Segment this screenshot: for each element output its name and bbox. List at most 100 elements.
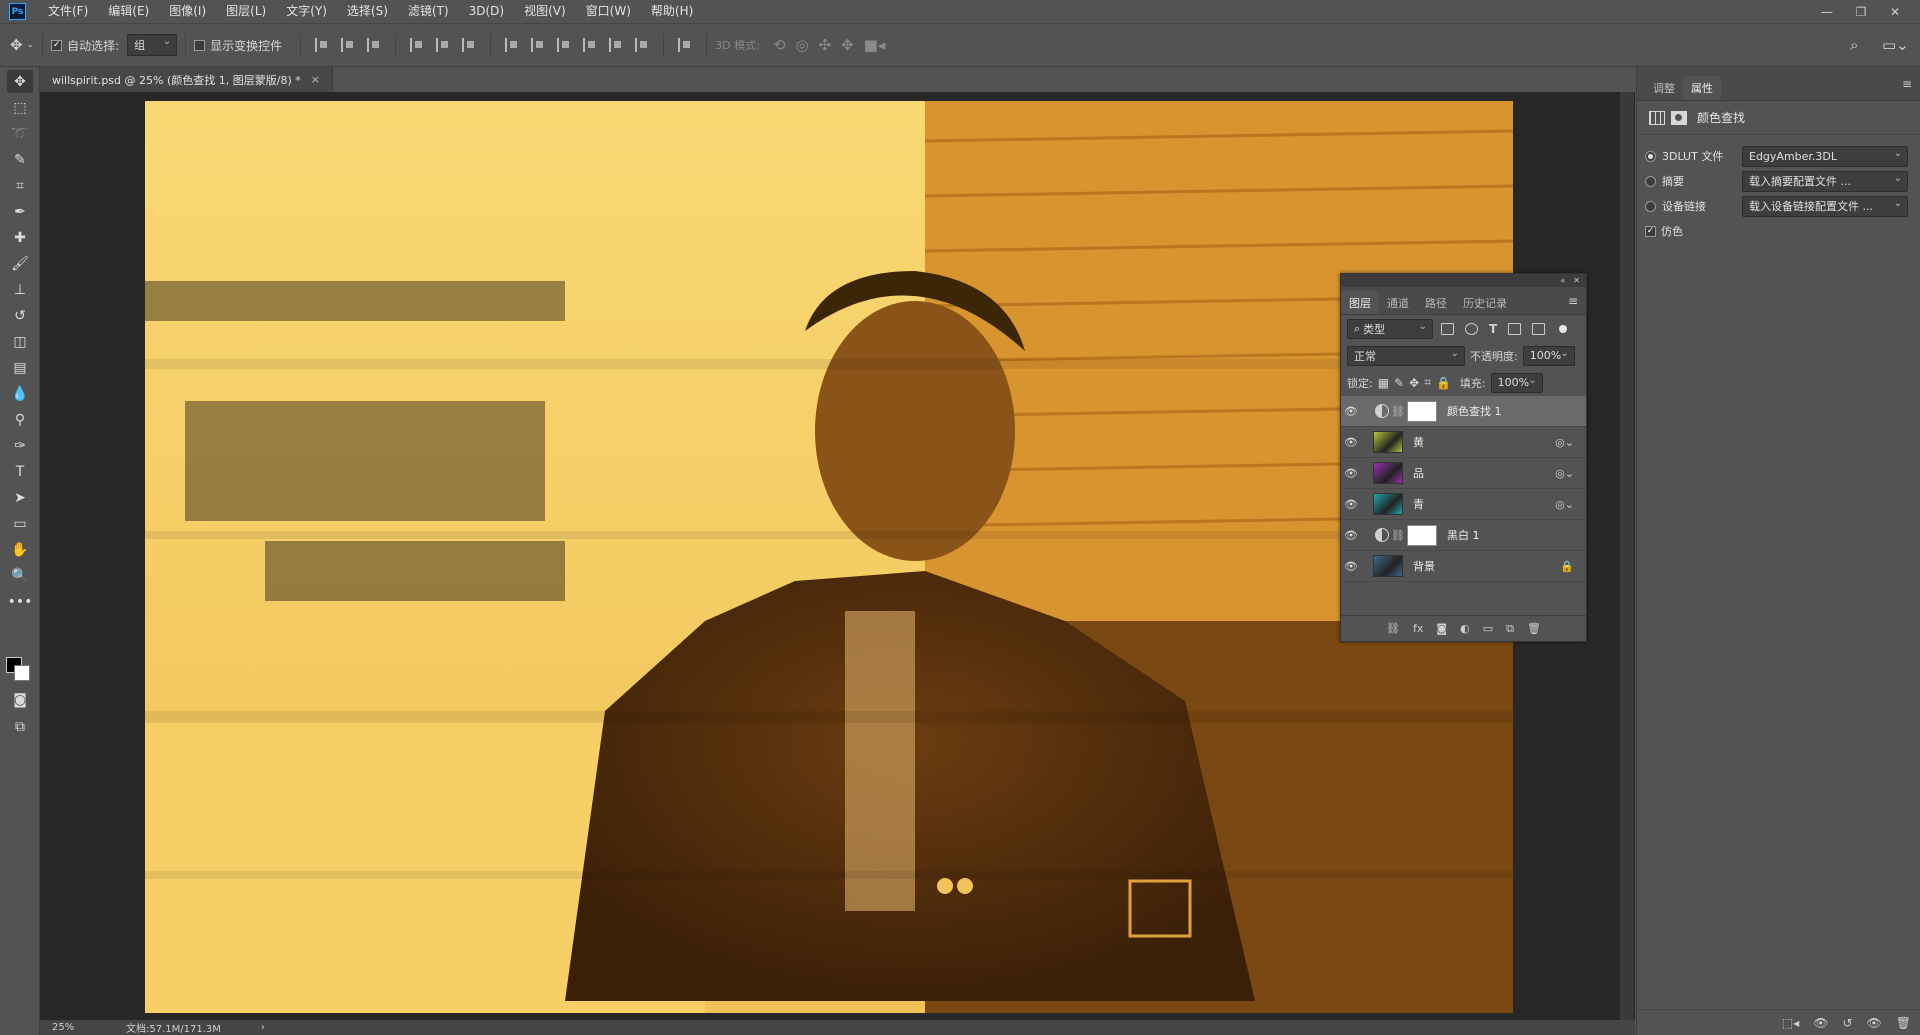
delete-layer-icon[interactable]: 🗑 xyxy=(1527,622,1541,635)
layer-name[interactable]: 品 xyxy=(1413,465,1424,481)
filter-toggle-icon[interactable] xyxy=(1559,324,1568,333)
menu-type[interactable]: 文字(Y) xyxy=(276,0,337,23)
rotate-3d-icon[interactable]: ⟲ xyxy=(773,36,786,54)
filter-shape-icon[interactable] xyxy=(1508,322,1522,335)
search-icon[interactable]: ⌕ xyxy=(1850,36,1858,54)
more-tools-icon[interactable]: ••• xyxy=(7,590,33,613)
visibility-icon[interactable]: 👁 xyxy=(1867,1016,1882,1030)
visibility-eye-icon[interactable]: 👁 xyxy=(1341,467,1361,480)
layer-name[interactable]: 黄 xyxy=(1413,434,1424,450)
filter-pixel-icon[interactable] xyxy=(1441,322,1454,335)
menu-3d[interactable]: 3D(D) xyxy=(459,0,514,23)
close-panel-icon[interactable]: ✕ xyxy=(1573,276,1580,285)
menu-layer[interactable]: 图层(L) xyxy=(216,0,276,23)
layers-panel-titlebar[interactable]: « ✕ xyxy=(1341,274,1586,287)
auto-select-dropdown[interactable]: 组 xyxy=(127,34,178,56)
marquee-tool-icon[interactable]: ⬚ xyxy=(7,96,33,119)
menu-select[interactable]: 选择(S) xyxy=(337,0,398,23)
lock-icon[interactable]: 🔒 xyxy=(1560,560,1574,573)
healing-brush-icon[interactable]: ✚ xyxy=(7,226,33,249)
filter-adjustment-icon[interactable] xyxy=(1465,322,1478,335)
layer-thumbnail[interactable] xyxy=(1373,431,1403,453)
align-left-icon[interactable] xyxy=(410,38,424,52)
layer-name[interactable]: 青 xyxy=(1413,496,1424,512)
brush-tool-icon[interactable]: 🖌 xyxy=(7,252,33,275)
gradient-tool-icon[interactable]: ▤ xyxy=(7,356,33,379)
delete-icon[interactable]: 🗑 xyxy=(1896,1016,1911,1030)
tab-channels[interactable]: 通道 xyxy=(1379,291,1417,314)
layer-background[interactable]: 👁 背景 🔒 xyxy=(1341,551,1586,582)
tab-history[interactable]: 历史记录 xyxy=(1455,291,1515,314)
lock-all-icon[interactable]: 🔒 xyxy=(1436,376,1451,390)
layer-color-lookup[interactable]: 👁 ⛓ 颜色查找 1 xyxy=(1341,396,1586,427)
menu-view[interactable]: 视图(V) xyxy=(514,0,576,23)
lock-transparent-icon[interactable]: ▦ xyxy=(1378,376,1389,390)
blur-tool-icon[interactable]: 💧 xyxy=(7,382,33,405)
show-transform-checkbox[interactable] xyxy=(194,39,206,51)
quick-select-tool-icon[interactable]: ✎ xyxy=(7,148,33,171)
auto-select-checkbox[interactable]: ✓ xyxy=(51,39,63,51)
zoom-level[interactable]: 25% xyxy=(52,1022,112,1033)
rectangle-tool-icon[interactable]: ▭ xyxy=(7,512,33,535)
document-canvas[interactable] xyxy=(145,101,1513,1013)
vertical-scrollbar[interactable] xyxy=(1620,92,1634,1020)
visibility-eye-icon[interactable]: 👁 xyxy=(1341,436,1361,449)
align-right-icon[interactable] xyxy=(462,38,476,52)
quick-mask-icon[interactable]: ◙ xyxy=(7,688,33,711)
fill-field[interactable]: 100% xyxy=(1490,372,1543,393)
distribute-right-icon[interactable] xyxy=(635,38,649,52)
new-adjustment-icon[interactable]: ◐ xyxy=(1460,622,1470,635)
crop-tool-icon[interactable]: ⌗ xyxy=(7,174,33,197)
link-icon[interactable]: ⛓ xyxy=(1391,529,1405,542)
layer-name[interactable]: 颜色查找 1 xyxy=(1447,403,1502,419)
device-link-select[interactable]: 载入设备链接配置文件 ... xyxy=(1742,195,1908,217)
align-top-icon[interactable] xyxy=(315,38,329,52)
layer-name[interactable]: 背景 xyxy=(1413,558,1435,574)
smart-filter-icon[interactable]: ◎⌄ xyxy=(1555,436,1574,449)
visibility-eye-icon[interactable]: 👁 xyxy=(1341,405,1361,418)
panel-menu-icon[interactable]: ≡ xyxy=(1902,77,1912,91)
tab-layers[interactable]: 图层 xyxy=(1341,291,1379,314)
auto-align-icon[interactable] xyxy=(678,38,692,52)
layer-name[interactable]: 黑白 1 xyxy=(1447,527,1480,543)
align-vcenter-icon[interactable] xyxy=(341,38,355,52)
filter-type-icon[interactable]: T xyxy=(1489,322,1497,336)
move-tool-icon[interactable]: ✥ ⌄ xyxy=(10,36,34,54)
distribute-bottom-icon[interactable] xyxy=(557,38,571,52)
distribute-left-icon[interactable] xyxy=(583,38,597,52)
lock-artboard-icon[interactable]: ⌗ xyxy=(1424,375,1431,390)
type-tool-icon[interactable]: T xyxy=(7,460,33,483)
path-select-icon[interactable]: ➤ xyxy=(7,486,33,509)
dither-checkbox[interactable]: ✓ xyxy=(1645,225,1656,237)
lock-image-icon[interactable]: ✎ xyxy=(1394,376,1404,390)
blend-mode-dropdown[interactable]: 正常 xyxy=(1347,345,1465,366)
layer-magenta[interactable]: 👁 品 ◎⌄ xyxy=(1341,458,1586,489)
menu-file[interactable]: 文件(F) xyxy=(38,0,98,23)
restore-icon[interactable]: ❐ xyxy=(1844,0,1878,23)
reset-icon[interactable]: ↺ xyxy=(1842,1016,1852,1030)
filter-smart-icon[interactable] xyxy=(1532,322,1546,335)
layer-mask-thumbnail[interactable] xyxy=(1406,400,1437,422)
roll-3d-icon[interactable]: ◎ xyxy=(795,36,808,54)
visibility-eye-icon[interactable]: 👁 xyxy=(1341,498,1361,511)
clone-stamp-icon[interactable]: ⊥ xyxy=(7,278,33,301)
minimize-icon[interactable]: — xyxy=(1810,0,1844,23)
layers-menu-icon[interactable]: ≡ xyxy=(1568,294,1578,308)
layer-thumbnail[interactable] xyxy=(1373,555,1403,577)
visibility-eye-icon[interactable]: 👁 xyxy=(1341,529,1361,542)
menu-filter[interactable]: 滤镜(T) xyxy=(398,0,459,23)
slide-3d-icon[interactable]: ✥ xyxy=(841,36,854,54)
close-icon[interactable]: ✕ xyxy=(1878,0,1912,23)
drag-3d-icon[interactable]: ✣ xyxy=(819,36,832,54)
tab-adjustments[interactable]: 调整 xyxy=(1645,76,1683,100)
menu-image[interactable]: 图像(I) xyxy=(159,0,216,23)
link-layers-icon[interactable]: ⛓ xyxy=(1386,622,1400,635)
screen-mode-icon[interactable]: ⧉ xyxy=(7,715,33,738)
document-tab[interactable]: willspirit.psd @ 25% (颜色查找 1, 图层蒙版/8) * … xyxy=(40,67,333,92)
camera-3d-icon[interactable]: ■◂ xyxy=(864,36,886,54)
menu-window[interactable]: 窗口(W) xyxy=(576,0,641,23)
layer-cyan[interactable]: 👁 青 ◎⌄ xyxy=(1341,489,1586,520)
tab-paths[interactable]: 路径 xyxy=(1417,291,1455,314)
opacity-field[interactable]: 100% xyxy=(1522,345,1575,366)
move-tool-icon[interactable]: ✥ xyxy=(7,70,33,93)
